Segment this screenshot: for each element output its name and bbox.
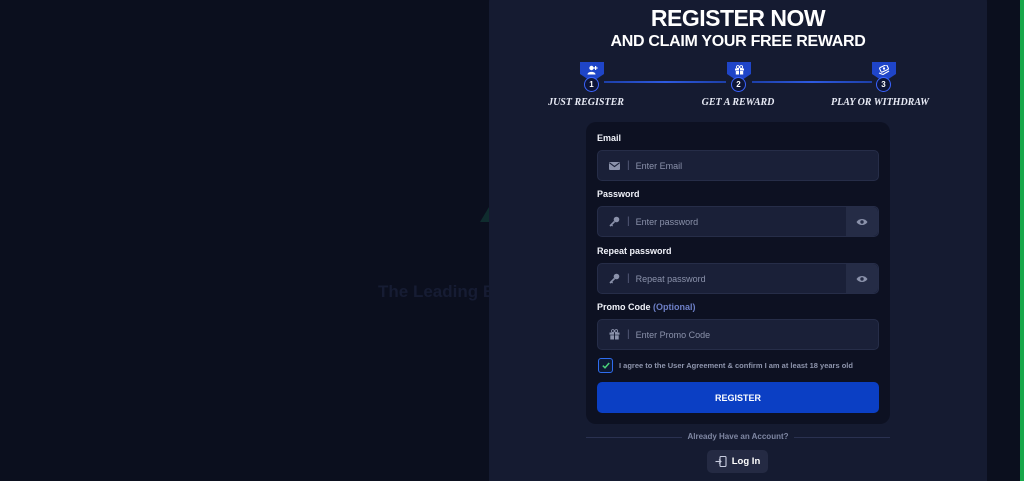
promo-code-label: Promo Code (Optional) — [597, 302, 696, 312]
register-button[interactable]: REGISTER — [597, 382, 879, 413]
gift-icon — [607, 328, 621, 342]
step-1-number: 1 — [584, 77, 599, 92]
step-connector-2 — [752, 81, 872, 83]
password-field[interactable]: | — [597, 206, 879, 237]
key-icon — [607, 272, 621, 286]
agree-checkbox[interactable] — [598, 358, 613, 373]
login-button[interactable]: Log In — [707, 450, 768, 473]
step-2-label: GET A REWARD — [701, 97, 775, 108]
checkmark-icon — [601, 362, 610, 369]
repeat-password-input[interactable] — [635, 264, 846, 293]
page-right-edge — [1020, 0, 1024, 481]
repeat-password-separator: | — [627, 273, 630, 284]
agree-text: I agree to the User Agreement & confirm … — [619, 361, 853, 370]
promo-code-field[interactable]: | — [597, 319, 879, 350]
step-2-number: 2 — [731, 77, 746, 92]
password-visibility-toggle[interactable] — [846, 207, 878, 236]
step-connector-1 — [604, 81, 726, 83]
key-icon — [607, 215, 621, 229]
login-label: Log In — [731, 456, 761, 467]
modal-subtitle: AND CLAIM YOUR FREE REWARD — [610, 33, 866, 50]
promo-code-input[interactable] — [635, 320, 878, 349]
already-have-account-text: Already Have an Account? — [687, 432, 789, 441]
login-icon — [715, 456, 727, 467]
step-3-label: PLAY OR WITHDRAW — [831, 97, 929, 108]
divider-left — [586, 437, 682, 438]
step-1-label: JUST REGISTER — [548, 97, 624, 108]
repeat-password-label: Repeat password — [597, 246, 672, 256]
modal-title: REGISTER NOW — [650, 5, 826, 31]
password-input[interactable] — [635, 207, 846, 236]
repeat-password-visibility-toggle[interactable] — [846, 264, 878, 293]
email-separator: | — [627, 160, 630, 171]
password-separator: | — [627, 216, 630, 227]
email-field[interactable]: | — [597, 150, 879, 181]
password-label: Password — [597, 189, 640, 199]
envelope-icon — [607, 159, 621, 173]
divider-right — [794, 437, 890, 438]
email-input[interactable] — [635, 151, 878, 180]
step-3-number: 3 — [876, 77, 891, 92]
promo-code-label-text: Promo Code — [597, 302, 651, 312]
eye-icon — [856, 218, 868, 225]
repeat-password-field[interactable]: | — [597, 263, 879, 294]
eye-icon — [856, 275, 868, 282]
promo-code-separator: | — [627, 329, 630, 340]
email-label: Email — [597, 133, 622, 143]
promo-code-optional: (Optional) — [653, 302, 696, 312]
